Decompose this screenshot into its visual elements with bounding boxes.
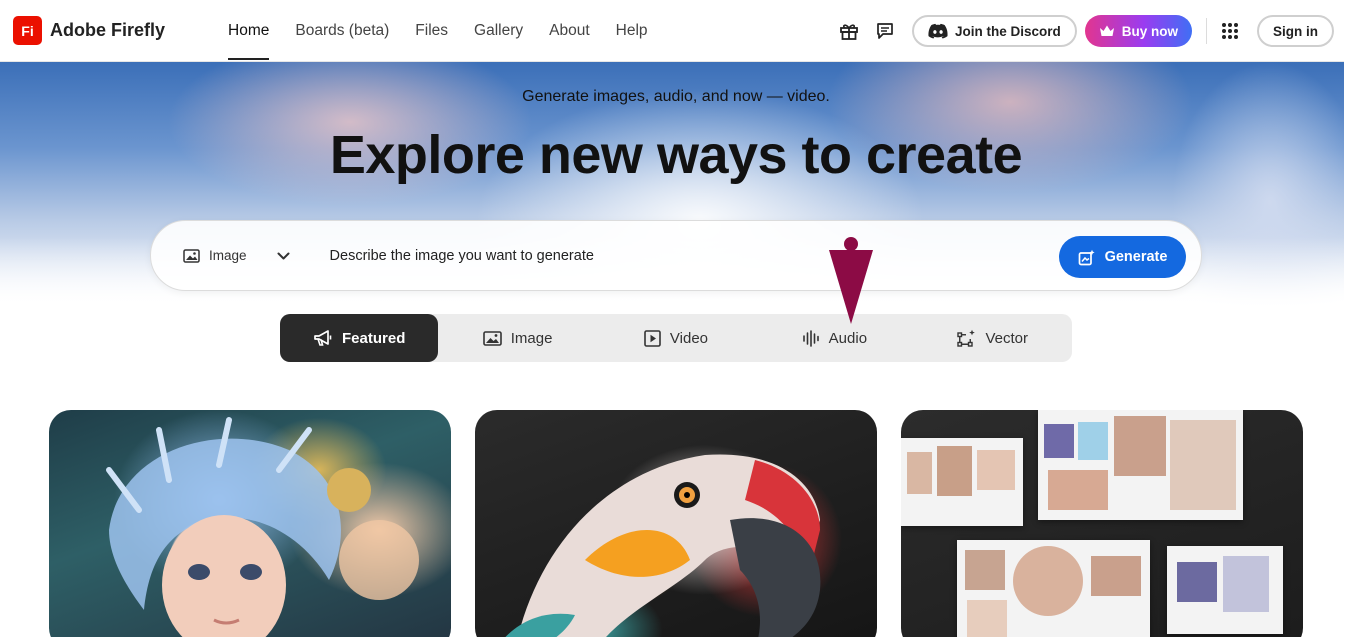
audio-wave-icon xyxy=(802,329,819,347)
sign-in-button[interactable]: Sign in xyxy=(1257,15,1334,47)
brand[interactable]: Fi Adobe Firefly xyxy=(13,16,165,45)
main-nav: Home Boards (beta) Files Gallery About H… xyxy=(215,0,661,62)
gallery-card-parrot[interactable] xyxy=(475,410,877,637)
portrait-illustration xyxy=(106,417,419,637)
megaphone-icon xyxy=(314,330,332,346)
moodboard-tile xyxy=(957,540,1150,637)
nav-about[interactable]: About xyxy=(536,0,603,62)
tab-vector-label: Vector xyxy=(985,329,1029,347)
firefly-logo[interactable]: Fi xyxy=(13,16,42,45)
page: Fi Adobe Firefly Home Boards (beta) File… xyxy=(0,0,1358,637)
moodboard-tile xyxy=(1167,546,1283,634)
nav-help[interactable]: Help xyxy=(603,0,661,62)
tab-featured-label: Featured xyxy=(342,329,406,347)
cursor-arrow-icon xyxy=(829,237,873,324)
buy-now-button[interactable]: Buy now xyxy=(1084,15,1192,47)
generation-type-select[interactable]: Image xyxy=(183,248,290,263)
discord-icon xyxy=(928,23,948,39)
parrot-illustration xyxy=(505,454,821,637)
chevron-down-icon xyxy=(277,252,290,259)
top-header: Fi Adobe Firefly Home Boards (beta) File… xyxy=(0,0,1344,62)
image-icon xyxy=(183,248,200,263)
gallery-card-product-moodboard[interactable] xyxy=(901,410,1303,637)
generate-label: Generate xyxy=(1104,249,1168,265)
nav-home[interactable]: Home xyxy=(215,0,282,62)
moodboard-tile xyxy=(1038,410,1243,520)
tab-video[interactable]: Video xyxy=(597,314,755,362)
header-divider xyxy=(1206,18,1207,44)
nav-boards[interactable]: Boards (beta) xyxy=(282,0,402,62)
tab-image-label: Image xyxy=(510,329,553,347)
hero-title: Explore new ways to create xyxy=(329,125,1023,185)
chat-bubble-icon[interactable] xyxy=(872,18,898,44)
tab-video-label: Video xyxy=(669,329,709,347)
generate-button[interactable]: Generate xyxy=(1059,236,1186,278)
buy-now-label: Buy now xyxy=(1121,23,1178,39)
image-icon xyxy=(482,330,502,346)
vector-icon xyxy=(957,329,976,347)
generation-type-label: Image xyxy=(209,248,247,263)
tab-vector[interactable]: Vector xyxy=(914,314,1072,362)
tab-featured[interactable]: Featured xyxy=(280,314,439,362)
brand-name[interactable]: Adobe Firefly xyxy=(50,20,165,41)
header-actions: Join the Discord Buy now Sign in xyxy=(836,0,1334,62)
hero-subtitle: Generate images, audio, and now — video. xyxy=(522,88,830,105)
nav-gallery[interactable]: Gallery xyxy=(461,0,536,62)
crown-icon xyxy=(1099,25,1114,36)
generate-icon xyxy=(1078,249,1095,265)
category-tabs: Featured Image Video Audio Vector xyxy=(280,314,1072,362)
join-discord-button[interactable]: Join the Discord xyxy=(911,15,1077,47)
gift-icon[interactable] xyxy=(836,18,862,44)
tab-image[interactable]: Image xyxy=(438,314,596,362)
prompt-bar: Image Generate xyxy=(150,220,1202,291)
apps-grid-icon[interactable] xyxy=(1217,18,1243,44)
moodboard-tile xyxy=(901,438,1023,526)
tab-audio-label: Audio xyxy=(828,329,868,347)
join-discord-label: Join the Discord xyxy=(954,23,1061,39)
video-icon xyxy=(644,329,661,347)
gallery-card-fantasy-portrait[interactable] xyxy=(49,410,451,637)
nav-files[interactable]: Files xyxy=(402,0,461,62)
